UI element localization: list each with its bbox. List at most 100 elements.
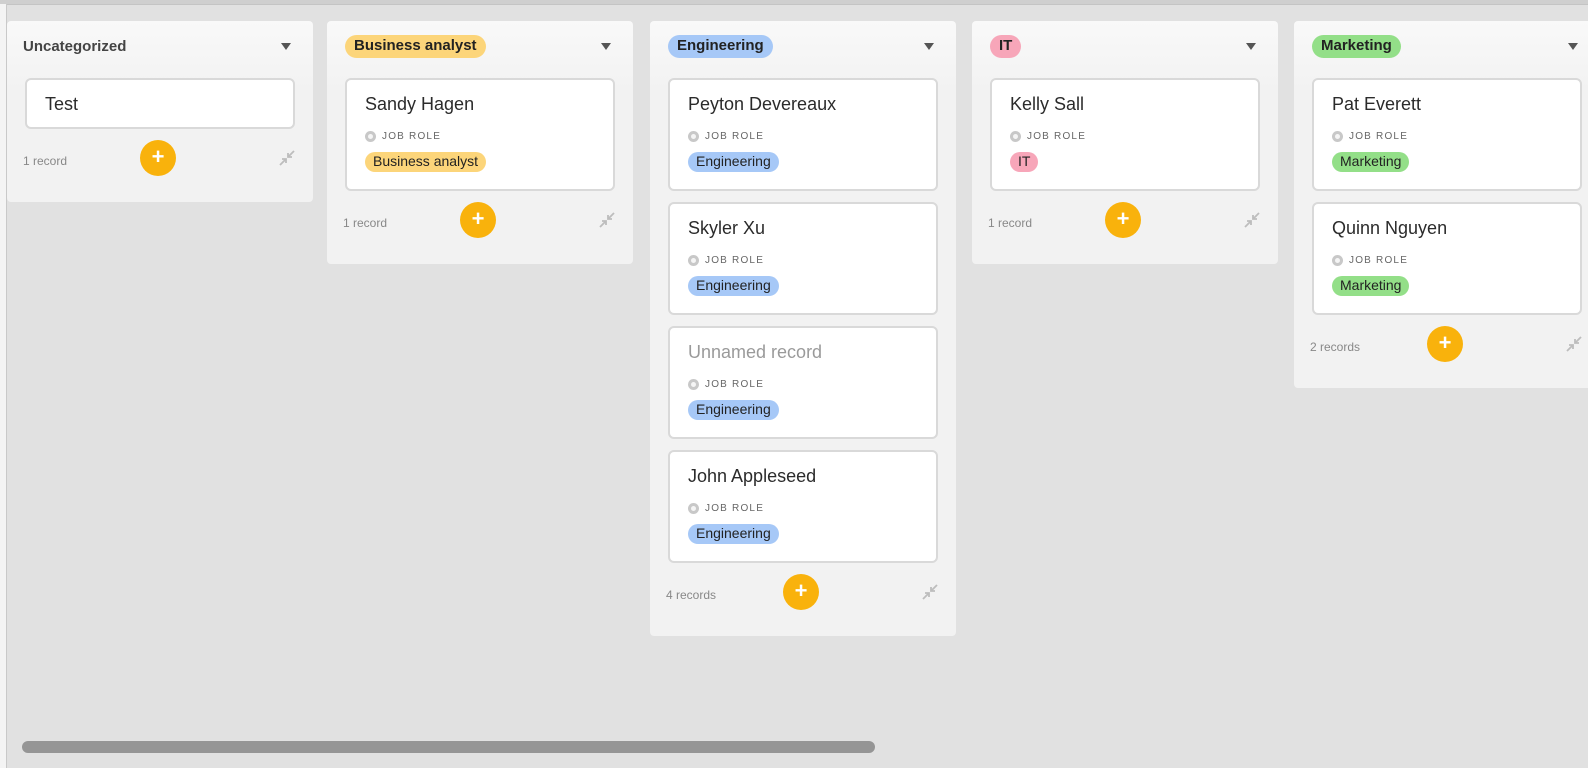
column-header: Uncategorized [7, 21, 313, 75]
select-field-icon [688, 255, 699, 266]
caret-down-icon[interactable] [601, 43, 611, 50]
field-label-text: JOB ROLE [705, 255, 765, 266]
caret-down-icon[interactable] [1568, 43, 1578, 50]
card-title: Kelly Sall [1010, 94, 1085, 114]
column-marketing: Marketing Pat Everett JOB ROLE Marketing Qui… [1294, 21, 1588, 388]
record-count: 1 record [343, 216, 388, 230]
record-card[interactable]: Kelly Sall JOB ROLE IT [990, 78, 1260, 191]
select-field-icon [1010, 131, 1021, 142]
collapse-arrows-icon[interactable] [279, 150, 295, 166]
card-title: Pat Everett [1332, 94, 1422, 114]
column-engineering: Engineering Peyton Devereaux JOB ROLE Engin… [650, 21, 956, 636]
card-title: Unnamed record [688, 342, 823, 362]
field-label-text: JOB ROLE [705, 379, 765, 390]
field-label: JOB ROLE [688, 131, 764, 142]
field-label: JOB ROLE [1332, 255, 1408, 266]
column-footer: 1 record + [972, 202, 1278, 264]
record-card[interactable]: Unnamed record JOB ROLE Engineering [668, 326, 938, 439]
card-list: Pat Everett JOB ROLE Marketing Quinn Nguyen… [1294, 75, 1588, 315]
record-card[interactable]: John Appleseed JOB ROLE Engineering [668, 450, 938, 563]
field-label: JOB ROLE [365, 131, 441, 142]
card-title: Peyton Devereaux [688, 94, 837, 114]
add-record-button[interactable]: + [1105, 202, 1141, 238]
add-record-button[interactable]: + [783, 574, 819, 610]
field-label: JOB ROLE [1332, 131, 1408, 142]
add-record-button[interactable]: + [140, 140, 176, 176]
card-title: Quinn Nguyen [1332, 218, 1448, 238]
column-footer: 1 record + [327, 202, 633, 264]
add-record-button[interactable]: + [460, 202, 496, 238]
column-footer: 1 record + [7, 140, 313, 202]
column-header: Business analyst [327, 21, 633, 75]
top-border [0, 0, 1588, 5]
record-count: 1 record [23, 154, 68, 168]
column-it: IT Kelly Sall JOB ROLE IT 1 record + [972, 21, 1278, 264]
card-title: Test [45, 94, 79, 114]
record-count: 1 record [988, 216, 1033, 230]
column-title: Business analyst [345, 35, 486, 58]
column-title: Engineering [668, 35, 773, 58]
select-field-icon [688, 503, 699, 514]
field-label: JOB ROLE [688, 379, 764, 390]
field-label-text: JOB ROLE [1349, 131, 1409, 142]
record-card[interactable]: Skyler Xu JOB ROLE Engineering [668, 202, 938, 315]
caret-down-icon[interactable] [281, 43, 291, 50]
card-list: Test [7, 75, 313, 129]
job-role-tag: Marketing [1332, 276, 1410, 296]
select-field-icon [688, 379, 699, 390]
card-list: Peyton Devereaux JOB ROLE Engineering Skyle… [650, 75, 956, 563]
field-label: JOB ROLE [1010, 131, 1086, 142]
job-role-tag: Engineering [688, 400, 779, 420]
select-field-icon [1332, 131, 1343, 142]
collapse-arrows-icon[interactable] [922, 584, 938, 600]
column-uncategorized: Uncategorized Test 1 record + [7, 21, 313, 202]
kanban-board: Uncategorized Test 1 record + Business analy… [7, 21, 1588, 741]
collapse-arrows-icon[interactable] [1566, 336, 1582, 352]
card-list: Kelly Sall JOB ROLE IT [972, 75, 1278, 191]
field-label-text: JOB ROLE [705, 503, 765, 514]
card-list: Sandy Hagen JOB ROLE Business analyst [327, 75, 633, 191]
job-role-tag: Engineering [688, 524, 779, 544]
scrollbar-thumb[interactable] [22, 741, 875, 753]
record-card[interactable]: Sandy Hagen JOB ROLE Business analyst [345, 78, 615, 191]
horizontal-scrollbar[interactable] [7, 738, 1588, 758]
field-label: JOB ROLE [688, 255, 764, 266]
record-count: 2 records [1310, 340, 1361, 354]
card-title: Sandy Hagen [365, 94, 475, 114]
column-title: IT [990, 35, 1022, 58]
card-title: John Appleseed [688, 466, 817, 486]
field-label-text: JOB ROLE [382, 131, 442, 142]
left-border [0, 4, 7, 768]
collapse-arrows-icon[interactable] [599, 212, 615, 228]
column-footer: 4 records + [650, 574, 956, 636]
column-header: IT [972, 21, 1278, 75]
select-field-icon [1332, 255, 1343, 266]
collapse-arrows-icon[interactable] [1244, 212, 1260, 228]
select-field-icon [688, 131, 699, 142]
record-card[interactable]: Test [25, 78, 295, 129]
column-title: Uncategorized [23, 38, 127, 55]
card-title: Skyler Xu [688, 218, 766, 238]
column-title: Marketing [1312, 35, 1401, 58]
record-card[interactable]: Pat Everett JOB ROLE Marketing [1312, 78, 1582, 191]
field-label: JOB ROLE [688, 503, 764, 514]
record-card[interactable]: Quinn Nguyen JOB ROLE Marketing [1312, 202, 1582, 315]
field-label-text: JOB ROLE [1349, 255, 1409, 266]
caret-down-icon[interactable] [1246, 43, 1256, 50]
column-business-analyst: Business analyst Sandy Hagen JOB ROLE Busin… [327, 21, 633, 264]
caret-down-icon[interactable] [924, 43, 934, 50]
job-role-tag: Engineering [688, 152, 779, 172]
job-role-tag: IT [1010, 152, 1039, 172]
job-role-tag: Engineering [688, 276, 779, 296]
column-header: Marketing [1294, 21, 1588, 75]
record-count: 4 records [666, 588, 717, 602]
column-footer: 2 records + [1294, 326, 1588, 388]
field-label-text: JOB ROLE [1027, 131, 1087, 142]
select-field-icon [365, 131, 376, 142]
record-card[interactable]: Peyton Devereaux JOB ROLE Engineering [668, 78, 938, 191]
column-header: Engineering [650, 21, 956, 75]
add-record-button[interactable]: + [1427, 326, 1463, 362]
job-role-tag: Business analyst [365, 152, 487, 172]
field-label-text: JOB ROLE [705, 131, 765, 142]
job-role-tag: Marketing [1332, 152, 1410, 172]
